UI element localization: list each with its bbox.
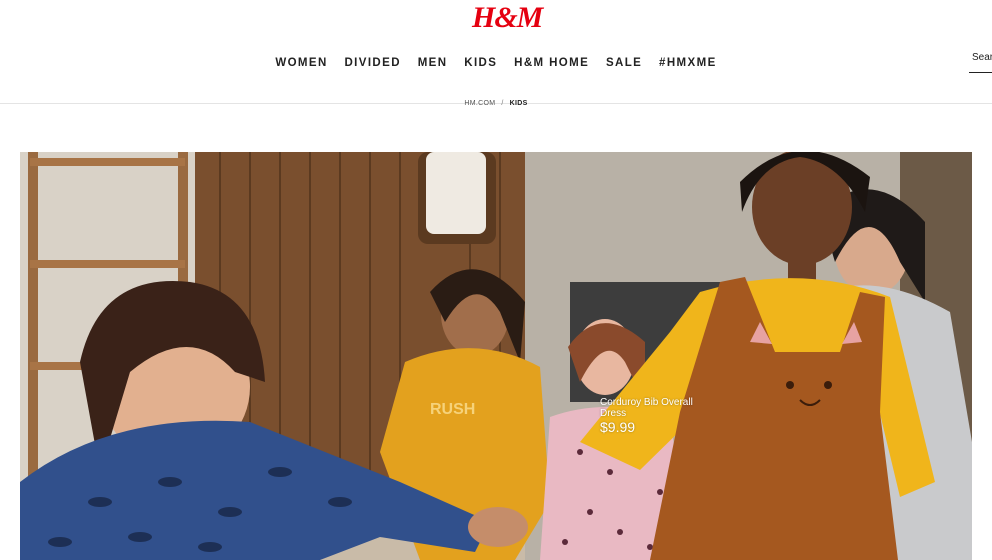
hm-logo[interactable]: H&M xyxy=(472,0,543,36)
nav-item-men[interactable]: MEN xyxy=(409,55,456,71)
product-tag-name: Corduroy Bib Overall Dress xyxy=(600,397,693,419)
svg-text:RUSH: RUSH xyxy=(430,401,475,418)
hero-banner[interactable]: RUSH Corduroy Bib Overall Dress $9.99 xyxy=(20,152,972,560)
nav-item-hm-home[interactable]: H&M HOME xyxy=(506,55,598,71)
search-field[interactable] xyxy=(969,52,992,73)
product-tag-hotspot[interactable]: Corduroy Bib Overall Dress $9.99 xyxy=(600,397,740,435)
nav-item-hmxme[interactable]: #HMXME xyxy=(651,55,725,71)
main-navigation: WOMEN DIVIDED MEN KIDS H&M HOME SALE #HM… xyxy=(0,55,992,71)
breadcrumb-current: KIDS xyxy=(509,100,528,107)
search-input[interactable] xyxy=(969,52,992,63)
nav-item-divided[interactable]: DIVIDED xyxy=(336,55,409,71)
hero-photo: RUSH xyxy=(20,152,972,560)
nav-item-women[interactable]: WOMEN xyxy=(267,55,336,71)
breadcrumb-home-link[interactable]: HM.COM xyxy=(464,100,495,107)
nav-item-kids[interactable]: KIDS xyxy=(456,55,506,71)
nav-item-sale[interactable]: SALE xyxy=(598,55,651,71)
breadcrumb-separator: / xyxy=(501,100,504,107)
breadcrumb: HM.COM / KIDS xyxy=(0,99,992,109)
product-tag-price: $9.99 xyxy=(600,419,636,435)
